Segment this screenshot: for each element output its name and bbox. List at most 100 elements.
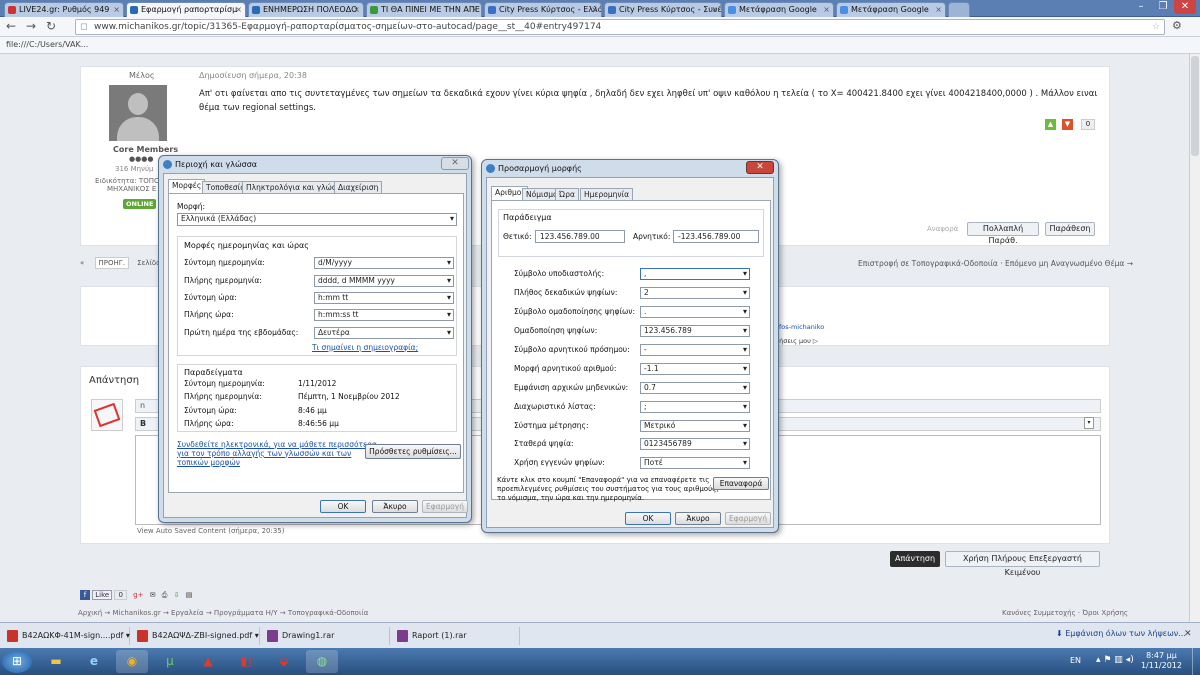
grouping-symbol-select[interactable]: .	[640, 306, 750, 318]
online-help-link[interactable]: για τον τρόπο αλλαγής των γλωσσών και τω…	[177, 449, 351, 458]
close-tab-icon[interactable]: ×	[353, 3, 360, 16]
language-indicator[interactable]: EN	[1070, 656, 1081, 665]
autocad-icon[interactable]: ▲	[192, 650, 224, 673]
share-text[interactable]: ρήσεις μου ▷	[775, 337, 818, 345]
measurement-select[interactable]: Μετρικό	[640, 420, 750, 432]
email-icon[interactable]: ✉	[150, 591, 156, 599]
digit-grouping-select[interactable]: 123.456.789	[640, 325, 750, 337]
first-day-select[interactable]: Δευτέρα	[314, 327, 454, 339]
decimal-symbol-select[interactable]: ,	[640, 268, 750, 280]
browser-tab[interactable]: City Press Κύρτσος - Συνέ ×	[604, 2, 722, 17]
pdf-reader-icon[interactable]: ◧	[230, 650, 262, 673]
native-digits-select[interactable]: Ποτέ	[640, 457, 750, 469]
forward-icon[interactable]: →	[26, 19, 36, 33]
browser-tab[interactable]: ΕΝΗΜΕΡΩΣΗ ΠΟΛΕΟΔΟ ×	[248, 2, 364, 17]
full-editor-button[interactable]: Χρήση Πλήρους Επεξεργαστή Κειμένου	[945, 551, 1100, 577]
scrollbar-thumb[interactable]	[1191, 56, 1199, 156]
long-time-select[interactable]: h:mm:ss tt	[314, 309, 454, 321]
like-button[interactable]: Like	[92, 590, 113, 600]
leading-zeros-select[interactable]: 0.7	[640, 382, 750, 394]
reload-icon[interactable]: ↻	[46, 19, 56, 33]
new-tab-button[interactable]	[948, 2, 970, 17]
avatar[interactable]	[109, 85, 167, 141]
close-tab-icon[interactable]: ×	[471, 3, 478, 16]
negative-format-select[interactable]: -1.1	[640, 363, 750, 375]
show-all-downloads-link[interactable]: ⬇ Εμφάνιση όλων των λήψεων...	[1056, 629, 1186, 638]
notation-help-link[interactable]: Τι σημαίνει η σημειογραφία;	[312, 343, 418, 352]
negative-sign-select[interactable]: -	[640, 344, 750, 356]
close-tab-icon[interactable]: ×	[113, 3, 120, 16]
multi-quote-button[interactable]: Πολλαπλή Παράθ.	[967, 222, 1039, 245]
tab-time[interactable]: Ώρα	[555, 188, 579, 200]
additional-settings-button[interactable]: Πρόσθετες ρυθμίσεις...	[365, 444, 461, 459]
prev-page-button[interactable]: ΠΡΟΗΓ.	[94, 257, 129, 269]
topic-link[interactable]: ofos-michaniko	[775, 323, 824, 331]
rep-down-icon[interactable]: ▼	[1062, 119, 1073, 130]
tab-administration[interactable]: Διαχείριση	[334, 181, 383, 193]
start-button[interactable]: ⊞	[2, 650, 32, 673]
browser-tab[interactable]: ΤΙ ΘΑ ΠΙΝΕΙ ΜΕ ΤΗΝ ΑΠΕ ×	[366, 2, 482, 17]
ok-button[interactable]: OK	[625, 512, 671, 525]
close-tab-icon[interactable]: ×	[591, 3, 598, 16]
apply-button[interactable]: Εφαρμογή	[725, 512, 771, 525]
close-tab-icon[interactable]: ×	[235, 3, 242, 16]
bookmark-item[interactable]: file:///C:/Users/VAK...	[6, 40, 88, 49]
decimal-digits-select[interactable]: 2	[640, 287, 750, 299]
close-tab-icon[interactable]: ×	[711, 3, 718, 16]
star-icon[interactable]: ☆	[1152, 20, 1160, 34]
apply-button[interactable]: Εφαρμογή	[422, 500, 468, 513]
close-window-icon[interactable]: ✕	[1174, 0, 1196, 14]
close-icon[interactable]: ✕	[441, 157, 469, 170]
tray-icons[interactable]: ▴ ⚑ ▥ ◂)	[1096, 655, 1134, 665]
bookmark-icon[interactable]: ▤	[186, 591, 193, 599]
bold-icon[interactable]: B	[140, 419, 146, 428]
download-item[interactable]: Β42ΑΩΚΦ-41Μ-sign....pdf ▾	[4, 627, 130, 645]
author-name[interactable]: Μέλος	[129, 71, 155, 80]
browser-tab-active[interactable]: Εφαρμογή ραπορταρίσμ ×	[126, 2, 246, 18]
browser-tab[interactable]: LIVE24.gr: Ρυθμός 949 ×	[4, 2, 124, 17]
tab-date[interactable]: Ημερομηνία	[580, 188, 634, 200]
utorrent-icon[interactable]: µ	[154, 650, 186, 673]
standard-digits-select[interactable]: 0123456789	[640, 438, 750, 450]
gplus-icon[interactable]: g+	[133, 591, 143, 599]
quote-button[interactable]: Παράθεση	[1045, 222, 1095, 236]
autosave-link[interactable]: View Auto Saved Content (σήμερα, 20:35)	[137, 527, 284, 535]
download-item[interactable]: Raport (1).rar	[394, 627, 520, 645]
show-desktop-button[interactable]	[1192, 648, 1200, 675]
download-item[interactable]: Drawing1.rar	[264, 627, 390, 645]
cancel-button[interactable]: Άκυρο	[675, 512, 721, 525]
acrobat-icon[interactable]: ⬙	[268, 650, 300, 673]
minimize-icon[interactable]: –	[1130, 0, 1152, 14]
list-separator-select[interactable]: ;	[640, 401, 750, 413]
close-tab-icon[interactable]: ×	[935, 3, 942, 16]
control-panel-icon[interactable]: ◍	[306, 650, 338, 673]
short-date-select[interactable]: d/M/yyyy	[314, 257, 454, 269]
close-tab-icon[interactable]: ×	[823, 3, 830, 16]
thread-nav-links[interactable]: Επιστροφή σε Τοπογραφικά-Οδοποιία · Επόμ…	[858, 259, 1133, 268]
explorer-icon[interactable]: ▬	[40, 650, 72, 673]
rep-up-icon[interactable]: ▲	[1045, 119, 1056, 130]
chrome-icon[interactable]: ◉	[116, 650, 148, 673]
browser-tab[interactable]: Μετάφραση Google ×	[836, 2, 946, 17]
format-icon[interactable]: n	[140, 401, 145, 410]
online-help-link[interactable]: τοπικών μορφών	[177, 458, 240, 467]
wrench-icon[interactable]: ⚙	[1172, 19, 1182, 32]
ie-icon[interactable]: e	[78, 650, 110, 673]
short-time-select[interactable]: h:mm tt	[314, 292, 454, 304]
format-select[interactable]: Ελληνικά (Ελλάδας)	[177, 213, 457, 226]
reset-button[interactable]: Επαναφορά	[713, 477, 769, 490]
font-dropdown-icon[interactable]: ▾	[1084, 417, 1094, 429]
download-icon[interactable]: ⇩	[174, 591, 180, 599]
breadcrumb[interactable]: Αρχική → Michanikos.gr → Εργαλεία → Προγ…	[78, 609, 368, 617]
ok-button[interactable]: OK	[320, 500, 366, 513]
back-icon[interactable]: ←	[6, 19, 16, 33]
close-icon[interactable]: ✕	[746, 161, 774, 174]
download-item[interactable]: Β42ΑΩΨΔ-ΖΒΙ-signed.pdf ▾	[134, 627, 260, 645]
online-help-link[interactable]: Συνδεθείτε ηλεκτρονικά, για να μάθετε πε…	[177, 440, 377, 449]
first-page-icon[interactable]: «	[80, 259, 84, 267]
address-bar[interactable]: ◻ www.michanikos.gr/topic/31365-Εφαρμογή…	[75, 19, 1165, 35]
system-clock[interactable]: 8:47 μμ 1/11/2012	[1141, 651, 1182, 671]
browser-tab[interactable]: Μετάφραση Google ×	[724, 2, 834, 17]
cancel-button[interactable]: Άκυρο	[372, 500, 418, 513]
print-icon[interactable]: ⎙	[162, 591, 168, 599]
